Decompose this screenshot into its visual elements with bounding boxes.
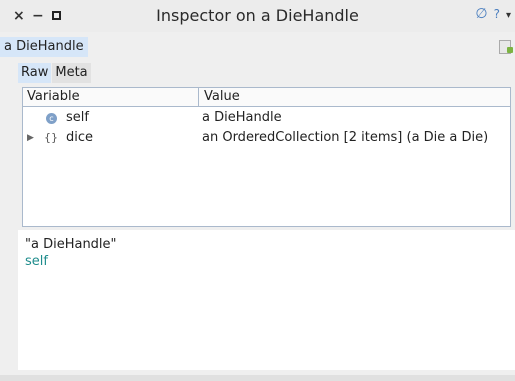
table-header: Variable Value <box>23 88 510 107</box>
object-tab[interactable]: a DieHandle <box>0 37 88 57</box>
variable-value: a DieHandle <box>202 110 282 125</box>
view-tabs: Raw Meta <box>18 63 92 83</box>
window-actions: ∅? ▾ <box>469 6 511 22</box>
chevron-down-icon[interactable]: ▾ <box>506 10 511 21</box>
variables-table: Variable Value c self a DieHandle ▶ {} d… <box>22 87 511 227</box>
inspector-window: × − Inspector on a DieHandle ∅? ▾ a DieHa… <box>0 0 515 381</box>
variable-name: self <box>66 110 89 125</box>
help-icon[interactable]: ? <box>494 7 500 21</box>
tab-meta[interactable]: Meta <box>52 63 91 83</box>
collection-icon: {} <box>44 131 58 144</box>
class-icon: c <box>46 113 57 124</box>
variable-value: an OrderedCollection [2 items] (a Die a … <box>202 130 489 145</box>
code-line-self: self <box>25 254 48 269</box>
browse-icon[interactable] <box>499 40 513 54</box>
table-row[interactable]: c self a DieHandle <box>23 108 510 128</box>
bottom-border <box>0 375 515 381</box>
title-bar: × − Inspector on a DieHandle ∅? ▾ <box>0 0 515 32</box>
column-header-value[interactable]: Value <box>200 88 510 106</box>
window-title: Inspector on a DieHandle <box>156 6 359 25</box>
code-line-comment: "a DieHandle" <box>25 237 117 252</box>
remove-icon[interactable]: ∅ <box>475 6 487 22</box>
expand-triangle-icon[interactable]: ▶ <box>27 128 34 148</box>
object-tab-bar: a DieHandle <box>0 37 515 57</box>
variable-name: dice <box>66 130 94 145</box>
column-header-variable[interactable]: Variable <box>23 88 199 106</box>
table-row[interactable]: ▶ {} dice an OrderedCollection [2 items]… <box>23 128 510 148</box>
code-pane[interactable]: "a DieHandle" self <box>18 230 515 370</box>
tab-raw[interactable]: Raw <box>18 63 52 83</box>
